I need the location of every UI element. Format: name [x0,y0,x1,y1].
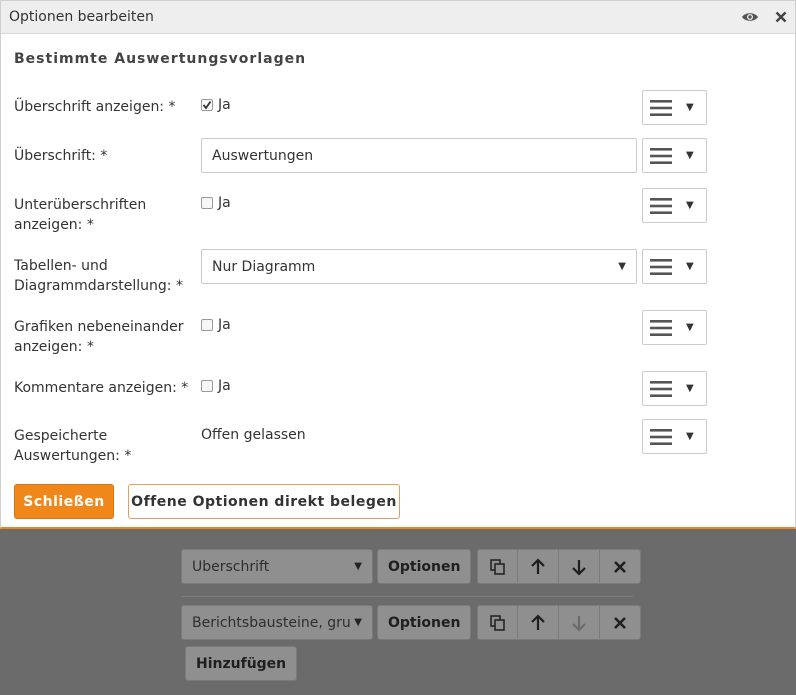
eye-icon[interactable] [741,11,759,23]
bg-copy-button-1[interactable] [477,549,519,584]
checkbox-label: Ja [218,97,231,113]
checkbox-unchecked[interactable] [201,380,213,392]
hamburger-icon [650,428,672,445]
bg-divider [181,596,633,597]
delete-icon [614,560,627,573]
titlebar-actions [741,11,787,23]
field-label-line: Diagrammdarstellung: * [14,278,183,294]
checkmark-icon [202,100,212,110]
hamburger-icon [650,99,672,116]
close-button[interactable]: Schließen [14,484,114,519]
show-heading-checkbox[interactable]: Ja [201,97,231,113]
field-label-line: Überschrift: * [14,148,108,164]
show-subheadings-checkbox[interactable]: Ja [201,195,231,211]
field-label-line: Tabellen- und [14,258,108,274]
field-label-show-heading: Überschrift anzeigen: * [14,97,194,117]
bg-up-button-1[interactable] [518,549,560,584]
bg-action-group-1 [477,549,642,584]
section-title: Bestimmte Auswertungsvorlagen [14,51,307,67]
show-comments-checkbox[interactable]: Ja [201,378,231,394]
field-label-show-comments: Kommentare anzeigen: * [14,378,194,398]
checkbox-label: Ja [218,195,231,211]
heading-input[interactable] [201,138,637,173]
checkbox-checked[interactable] [201,99,213,111]
field-menu-button-1[interactable]: ▼ [642,90,707,125]
options-dialog: Optionen bearbeiten Bestimmte Auswertung… [0,0,796,529]
bg-block-row-2: Berichtsbausteine, grupp ▼ Optionen [181,605,642,640]
copy-icon [490,614,505,631]
dialog-title: Optionen bearbeiten [9,9,154,25]
checkbox-unchecked[interactable] [201,197,213,209]
arrow-up-icon [531,613,546,630]
saved-evaluations-value: Offen gelassen [201,427,306,443]
bg-block-select-1[interactable]: Überschrift ▼ [181,549,373,584]
bg-action-group-2 [477,605,642,640]
field-label-line: Unterüberschriften [14,197,147,213]
close-icon[interactable] [775,11,787,23]
chevron-down-icon: ▼ [686,261,694,272]
chevron-down-icon: ▼ [686,383,694,394]
delete-icon [614,616,627,629]
chevron-down-icon: ▼ [686,431,694,442]
bg-block-select-2[interactable]: Berichtsbausteine, grupp ▼ [181,605,373,640]
bg-delete-button-2[interactable] [600,605,642,640]
field-menu-button-5[interactable]: ▼ [642,310,707,345]
field-label-line: Grafiken nebeneinander [14,319,184,335]
field-label-saved-evaluations: Gespeicherte Auswertungen: * [14,426,194,466]
field-label-line: anzeigen: * [14,339,94,355]
bg-block-select-2-value: Berichtsbausteine, grupp [192,614,350,631]
checkbox-unchecked[interactable] [201,319,213,331]
hamburger-icon [650,147,672,164]
chevron-down-icon: ▼ [686,102,694,113]
checkbox-label: Ja [218,317,231,333]
graphics-side-by-side-checkbox[interactable]: Ja [201,317,231,333]
select-value: Nur Diagramm [212,258,316,275]
chevron-down-icon: ▼ [686,200,694,211]
field-menu-button-7[interactable]: ▼ [642,419,707,454]
field-menu-button-3[interactable]: ▼ [642,188,707,223]
bg-down-button-1[interactable] [559,549,601,584]
checkbox-label: Ja [218,378,231,394]
field-label-line: anzeigen: * [14,217,94,233]
chevron-down-icon: ▼ [618,261,626,272]
field-label-line: Überschrift anzeigen: * [14,99,176,115]
arrow-up-icon [531,557,546,574]
hamburger-icon [650,380,672,397]
arrow-down-icon [572,615,587,632]
bg-delete-button-1[interactable] [600,549,642,584]
field-label-table-chart: Tabellen- und Diagrammdarstellung: * [14,256,194,296]
dialog-titlebar: Optionen bearbeiten [1,1,795,34]
field-label-heading: Überschrift: * [14,146,194,166]
field-menu-button-2[interactable]: ▼ [642,138,707,173]
field-label-line: Gespeicherte [14,428,108,444]
chevron-down-icon: ▼ [686,322,694,333]
hamburger-icon [650,197,672,214]
field-label-show-subheadings: Unterüberschriften anzeigen: * [14,195,194,235]
table-chart-select[interactable]: Nur Diagramm ▼ [201,249,637,284]
bg-options-button-1[interactable]: Optionen [377,549,472,584]
chevron-down-icon: ▼ [354,561,362,572]
bg-block-select-1-value: Überschrift [192,558,270,575]
field-menu-button-4[interactable]: ▼ [642,249,707,284]
bg-up-button-2[interactable] [518,605,560,640]
arrow-down-icon [572,559,587,576]
chevron-down-icon: ▼ [354,617,362,628]
field-label-line: Kommentare anzeigen: * [14,380,189,396]
hamburger-icon [650,258,672,275]
bg-copy-button-2[interactable] [477,605,519,640]
bg-add-button[interactable]: Hinzufügen [185,646,298,681]
field-label-line: Auswertungen: * [14,448,132,464]
copy-icon [490,558,505,575]
fill-open-options-button[interactable]: Offene Optionen direkt belegen [128,484,400,519]
chevron-down-icon: ▼ [686,150,694,161]
field-menu-button-6[interactable]: ▼ [642,371,707,406]
bg-options-button-2[interactable]: Optionen [377,605,472,640]
field-label-graphics-side-by-side: Grafiken nebeneinander anzeigen: * [14,317,194,357]
bg-down-button-2[interactable] [559,605,601,640]
hamburger-icon [650,319,672,336]
bg-block-row-1: Überschrift ▼ Optionen [181,549,642,584]
